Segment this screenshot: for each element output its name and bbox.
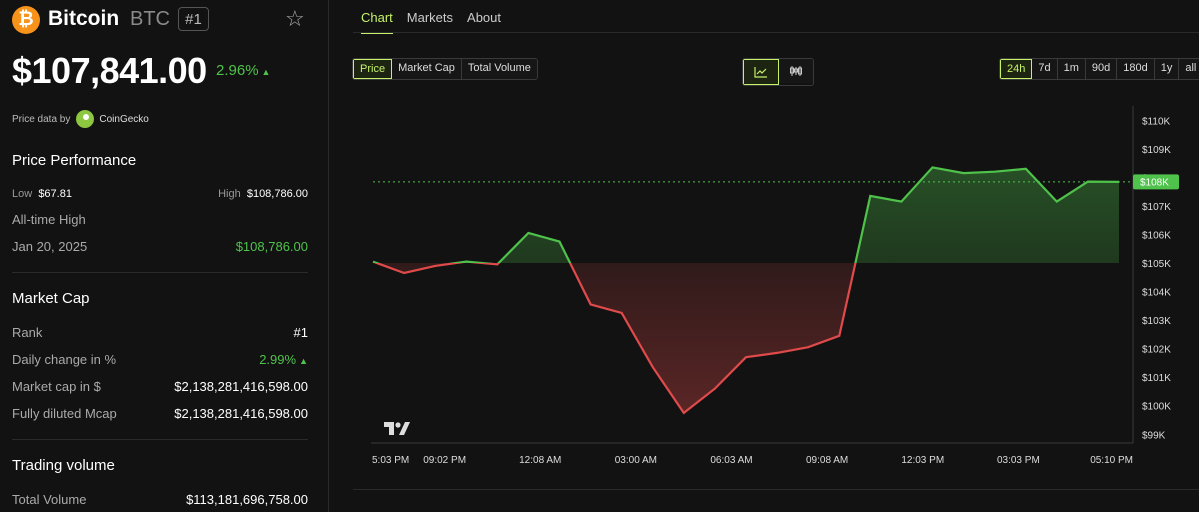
y-tick-label: $104K (1142, 288, 1171, 299)
x-tick-label: 5:03 PM (372, 455, 409, 466)
range-7d-button[interactable]: 7d (1032, 59, 1058, 79)
market-cap-row-label: Daily change in % (12, 352, 117, 367)
divider (12, 272, 308, 273)
trading-volume-label: Total Volume (12, 492, 87, 507)
ath-value: $108,786.00 (235, 239, 308, 254)
high-value: $108,786.00 (246, 188, 308, 200)
market-cap-row-daily-change: Daily change in % 2.99% ▲ (12, 352, 308, 368)
y-tick-label: $110K (1142, 116, 1171, 127)
price-chart[interactable]: $99K $100K $101K $102K $103K $104K $105K $106K $… (329, 98, 1199, 478)
ath-row: Jan 20, 2025 $108,786.00 (12, 239, 308, 255)
y-tick-label: $103K (1142, 316, 1171, 327)
tab-about[interactable]: About (467, 10, 501, 34)
y-tick-label: $100K (1142, 402, 1171, 413)
trading-volume-value: $113,181,696,758.00 (186, 492, 308, 507)
x-tick-label: 06:03 AM (710, 455, 752, 466)
y-tick-label: $99K (1142, 430, 1166, 441)
market-cap-row-fdv: Fully diluted Mcap $2,138,281,416,598.00 (12, 406, 308, 422)
coin-summary-panel: ₿ Bitcoin BTC #1 ☆ $107,841.00 2.96% ▲ Pr… (0, 0, 329, 512)
ath-label-row: All-time High (12, 212, 308, 228)
x-tick-label: 03:00 AM (615, 455, 657, 466)
y-axis: $99K $100K $101K $102K $103K $104K $105K $106K $… (1132, 106, 1171, 443)
price-data-source: Price data by CoinGecko (12, 110, 149, 128)
y-tick-label: $106K (1142, 230, 1171, 241)
x-axis: 5:03 PM 09:02 PM 12:08 AM 03:00 AM 06:03 AM 0… (371, 442, 1133, 466)
market-cap-row-value: $2,138,281,416,598.00 (174, 379, 308, 394)
x-tick-label: 09:08 AM (806, 455, 848, 466)
metric-total-volume-button[interactable]: Total Volume (461, 59, 537, 79)
divider (12, 439, 308, 440)
x-tick-label: 03:03 PM (997, 455, 1040, 466)
market-cap-row-value: 2.99% ▲ (259, 352, 308, 367)
market-cap-row-label: Fully diluted Mcap (12, 406, 117, 421)
coin-name: Bitcoin (48, 7, 120, 30)
trading-volume-row: Total Volume $113,181,696,758.00 (12, 492, 308, 508)
up-triangle-icon: ▲ (299, 356, 308, 366)
y-tick-label: $105K (1142, 259, 1171, 270)
price-change-24h: 2.96% ▲ (216, 62, 271, 79)
tradingview-logo-icon (384, 422, 410, 435)
x-tick-label: 12:08 AM (519, 455, 561, 466)
high-label: High (218, 188, 241, 200)
metric-price-button[interactable]: Price (353, 59, 393, 79)
rank-badge: #1 (178, 7, 209, 31)
x-tick-label: 12:03 PM (901, 455, 944, 466)
ath-date: Jan 20, 2025 (12, 239, 88, 254)
metric-toggle: Price Market Cap Total Volume (352, 58, 538, 80)
chart-bottom-divider (353, 489, 1199, 490)
up-triangle-icon: ▲ (261, 67, 271, 77)
price-data-provider[interactable]: CoinGecko (99, 114, 148, 125)
range-1y-button[interactable]: 1y (1154, 59, 1180, 79)
current-price: $107,841.00 (12, 50, 207, 91)
low-high-row: Low $67.81 High $108,786.00 (12, 188, 308, 202)
price-data-label: Price data by (12, 113, 71, 125)
range-24h-button[interactable]: 24h (1000, 59, 1033, 79)
y-tick-label: $102K (1142, 345, 1171, 356)
market-cap-title: Market Cap (12, 290, 90, 307)
market-cap-row-rank: Rank #1 (12, 325, 308, 341)
tab-markets[interactable]: Markets (407, 10, 453, 34)
low-label: Low (12, 188, 33, 200)
market-cap-row-label: Rank (12, 325, 43, 340)
coin-symbol: BTC (130, 8, 170, 30)
market-cap-row-value: $2,138,281,416,598.00 (174, 406, 308, 421)
time-range-toggle: 24h 7d 1m 90d 180d 1y all (999, 58, 1199, 80)
range-all-button[interactable]: all (1179, 59, 1199, 79)
candlestick-icon[interactable] (779, 59, 813, 83)
current-price-tag: $108K (1133, 174, 1179, 190)
y-tick-label: $109K (1142, 145, 1171, 156)
market-cap-row-value: #1 (293, 325, 308, 340)
line-chart-icon[interactable] (743, 59, 779, 85)
range-90d-button[interactable]: 90d (1085, 59, 1118, 79)
market-cap-row-mcap: Market cap in $ $2,138,281,416,598.00 (12, 379, 308, 395)
current-price-tag-label: $108K (1140, 177, 1169, 188)
tab-bar: Chart Markets About (361, 10, 501, 34)
tab-chart[interactable]: Chart (361, 10, 393, 34)
x-tick-label: 05:10 PM (1090, 455, 1133, 466)
bitcoin-logo-icon: ₿ (12, 6, 40, 34)
y-tick-label: $107K (1142, 202, 1171, 213)
ath-label: All-time High (12, 212, 86, 227)
tab-divider (353, 32, 1199, 33)
star-icon[interactable]: ☆ (285, 6, 305, 32)
coingecko-logo-icon (76, 110, 95, 128)
range-180d-button[interactable]: 180d (1117, 59, 1155, 79)
trading-volume-title: Trading volume (12, 457, 115, 474)
chart-type-toggle (742, 58, 814, 86)
x-tick-label: 09:02 PM (423, 455, 466, 466)
metric-market-cap-button[interactable]: Market Cap (392, 59, 462, 79)
price-performance-title: Price Performance (12, 152, 137, 169)
low-value: $67.81 (38, 188, 72, 200)
market-cap-row-label: Market cap in $ (12, 379, 101, 394)
y-tick-label: $101K (1142, 373, 1171, 384)
range-1m-button[interactable]: 1m (1057, 59, 1086, 79)
